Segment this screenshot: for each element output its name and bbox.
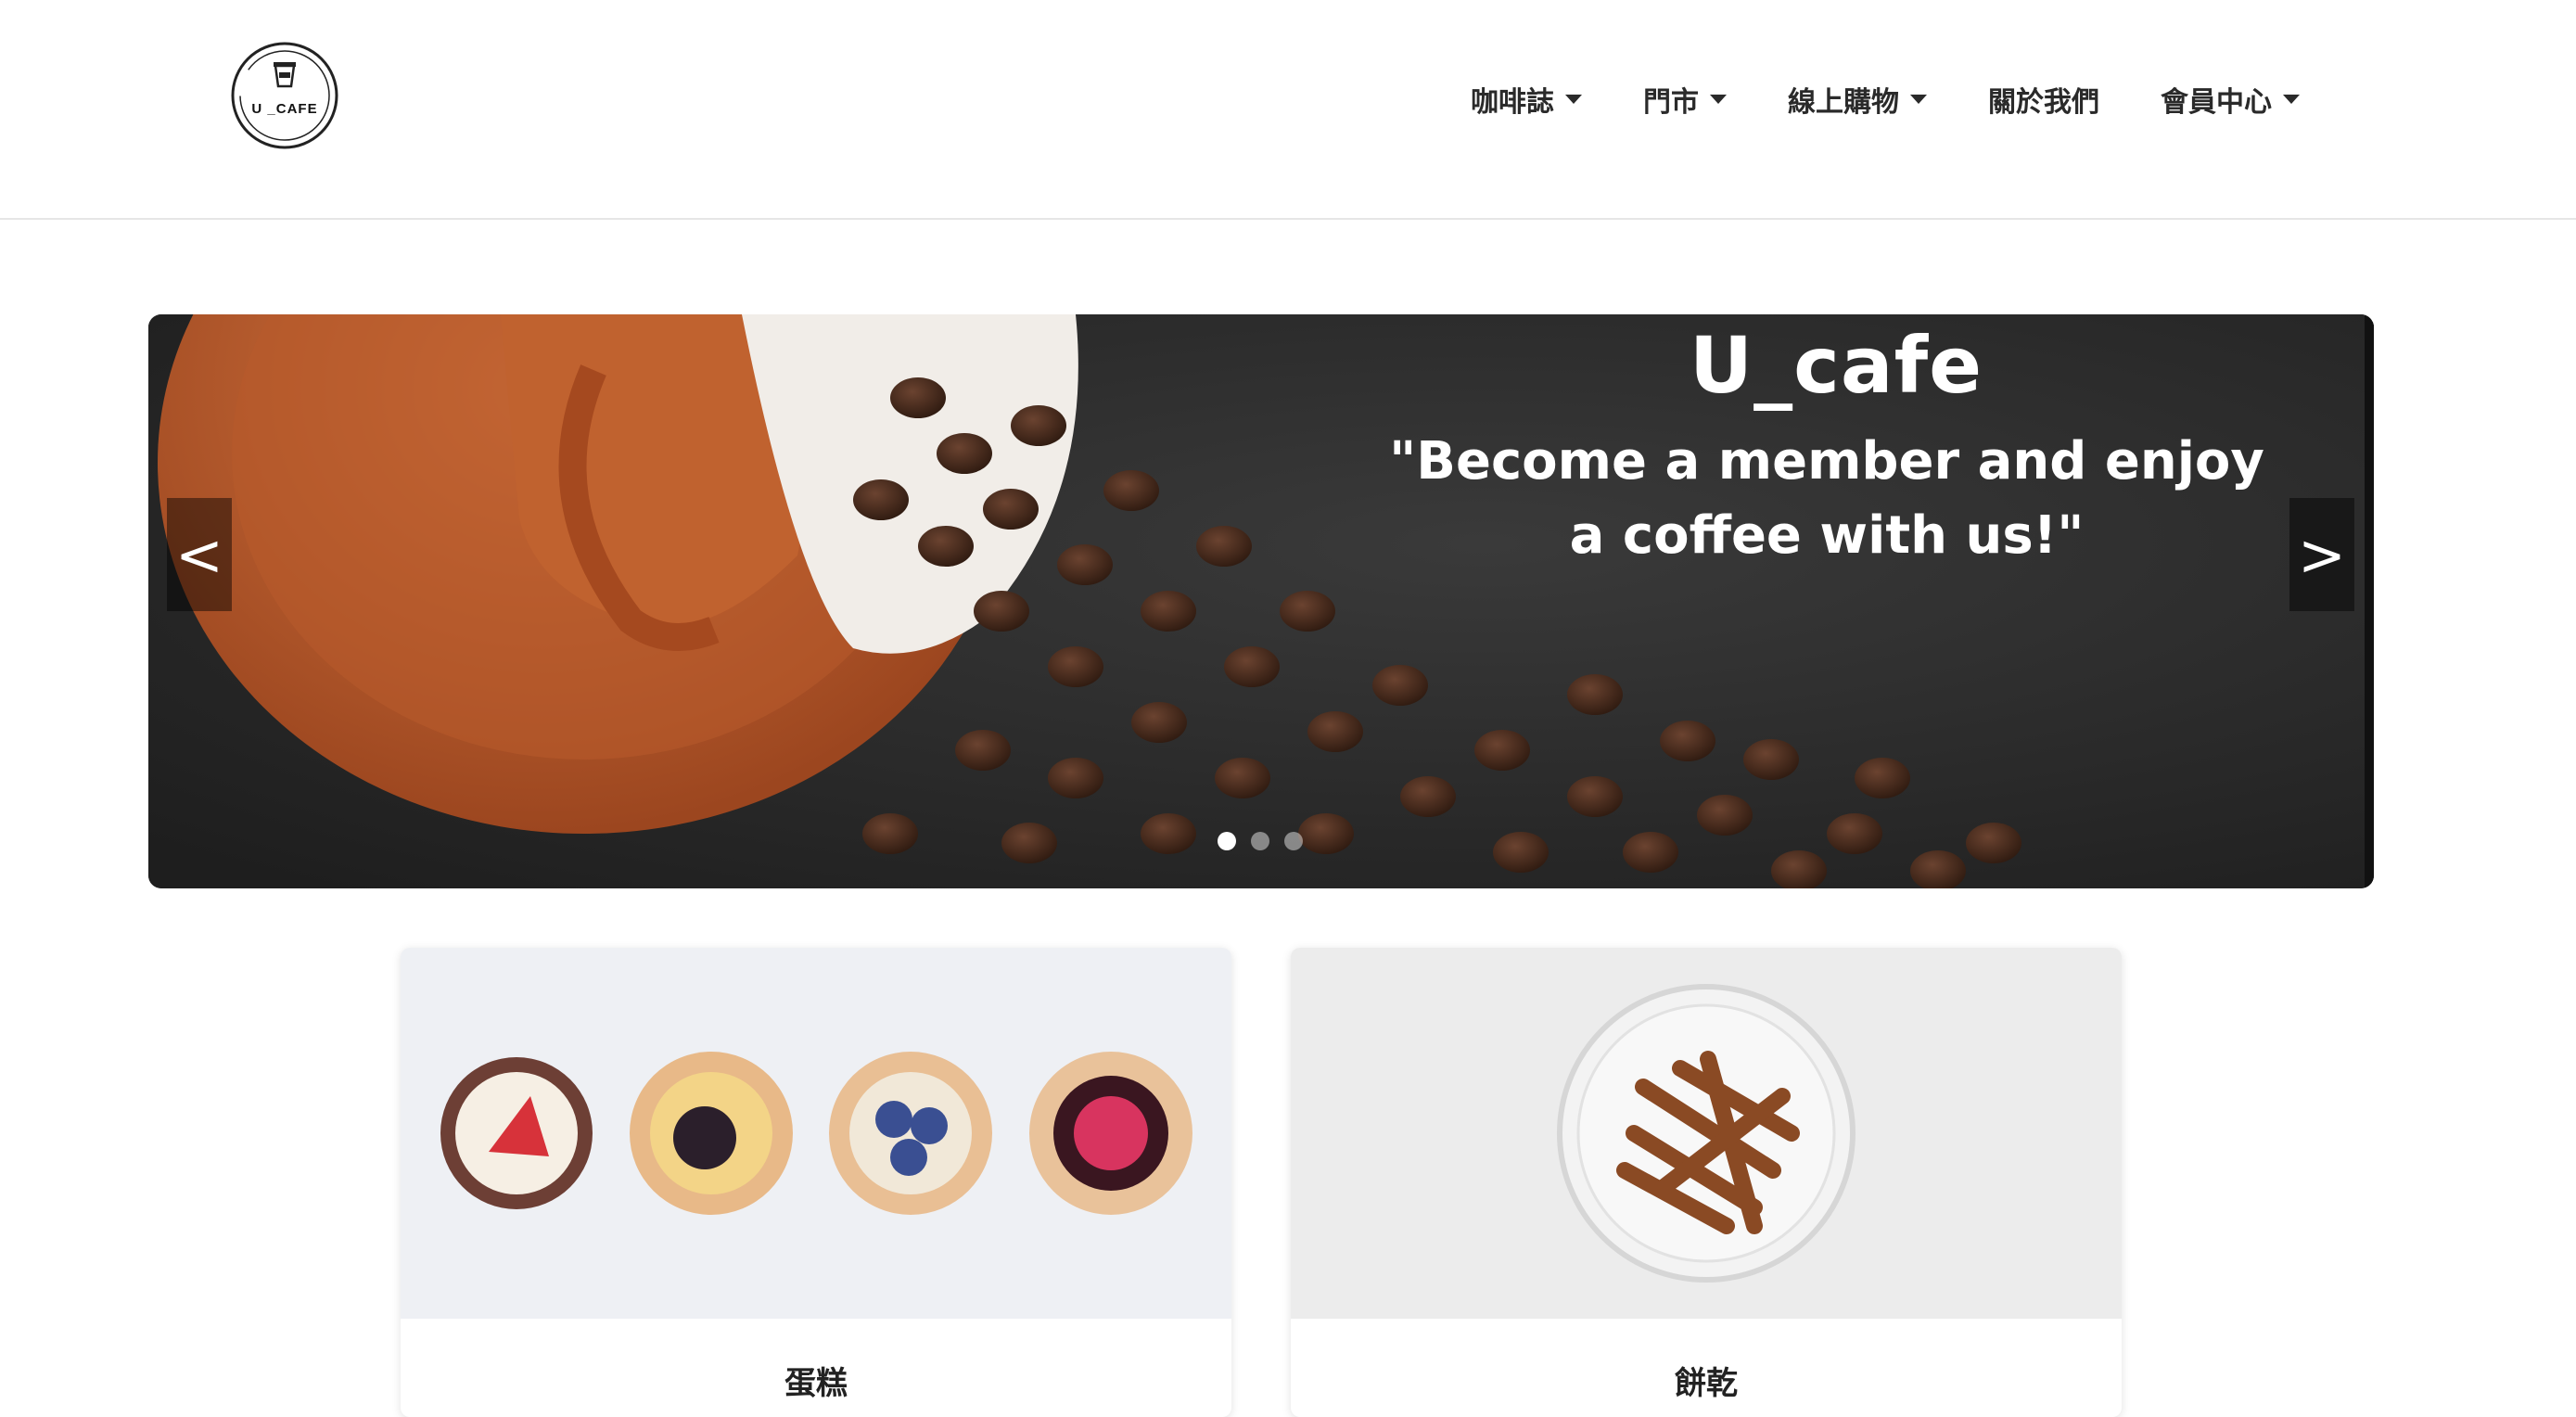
product-card-cakes[interactable]: 蛋糕 xyxy=(401,948,1231,1417)
card-title: 餅乾 xyxy=(1675,1365,1738,1402)
slide-quote: "Become a member and enjoy a coffee with… xyxy=(1335,425,2318,573)
caret-down-icon xyxy=(1910,95,1927,104)
carousel-next-button[interactable]: > xyxy=(2289,498,2354,611)
nav-label: 線上購物 xyxy=(1788,86,1899,119)
nav-label: 咖啡誌 xyxy=(1471,86,1554,119)
nav-item-stores[interactable]: 門市 xyxy=(1643,79,1727,120)
nav-label: 門市 xyxy=(1643,86,1699,119)
nav-item-member-center[interactable]: 會員中心 xyxy=(2161,79,2300,120)
slide-quote-line-1: "Become a member and enjoy xyxy=(1389,431,2264,491)
logo-icon xyxy=(231,42,338,149)
nav-label: 關於我們 xyxy=(1988,86,2099,119)
nav-item-online-shop[interactable]: 線上購物 xyxy=(1788,79,1927,120)
product-card-cookies[interactable]: 餅乾 xyxy=(1291,948,2122,1417)
card-title: 蛋糕 xyxy=(784,1365,848,1402)
nav-item-about-us[interactable]: 關於我們 xyxy=(1988,79,2099,120)
caret-down-icon xyxy=(1710,95,1727,104)
carousel-indicator-2[interactable] xyxy=(1251,832,1269,850)
caret-down-icon xyxy=(1565,95,1582,104)
logo[interactable]: U _CAFE xyxy=(229,40,340,151)
nav-label: 會員中心 xyxy=(2161,86,2272,119)
nav-item-coffee-magazine[interactable]: 咖啡誌 xyxy=(1471,79,1582,120)
logo-text: U _CAFE xyxy=(251,101,318,117)
tarts-image xyxy=(401,948,1231,1319)
caret-down-icon xyxy=(2283,95,2300,104)
chevron-left-icon: < xyxy=(175,520,223,589)
carousel-indicator-3[interactable] xyxy=(1284,832,1303,850)
carousel-indicators xyxy=(1218,832,1303,850)
slide-quote-line-2: a coffee with us!" xyxy=(1569,505,2085,566)
main-nav: 咖啡誌 門市 線上購物 關於我們 會員中心 xyxy=(1471,76,2300,122)
cinnamon-jar-image xyxy=(1291,948,2122,1319)
carousel-indicator-1[interactable] xyxy=(1218,832,1236,850)
site-header: U _CAFE 咖啡誌 門市 線上購物 關於我們 會員中心 xyxy=(0,0,2576,220)
slide-title: U_cafe xyxy=(1689,320,1983,411)
carousel-prev-button[interactable]: < xyxy=(167,498,232,611)
chevron-right-icon: > xyxy=(2298,520,2346,589)
